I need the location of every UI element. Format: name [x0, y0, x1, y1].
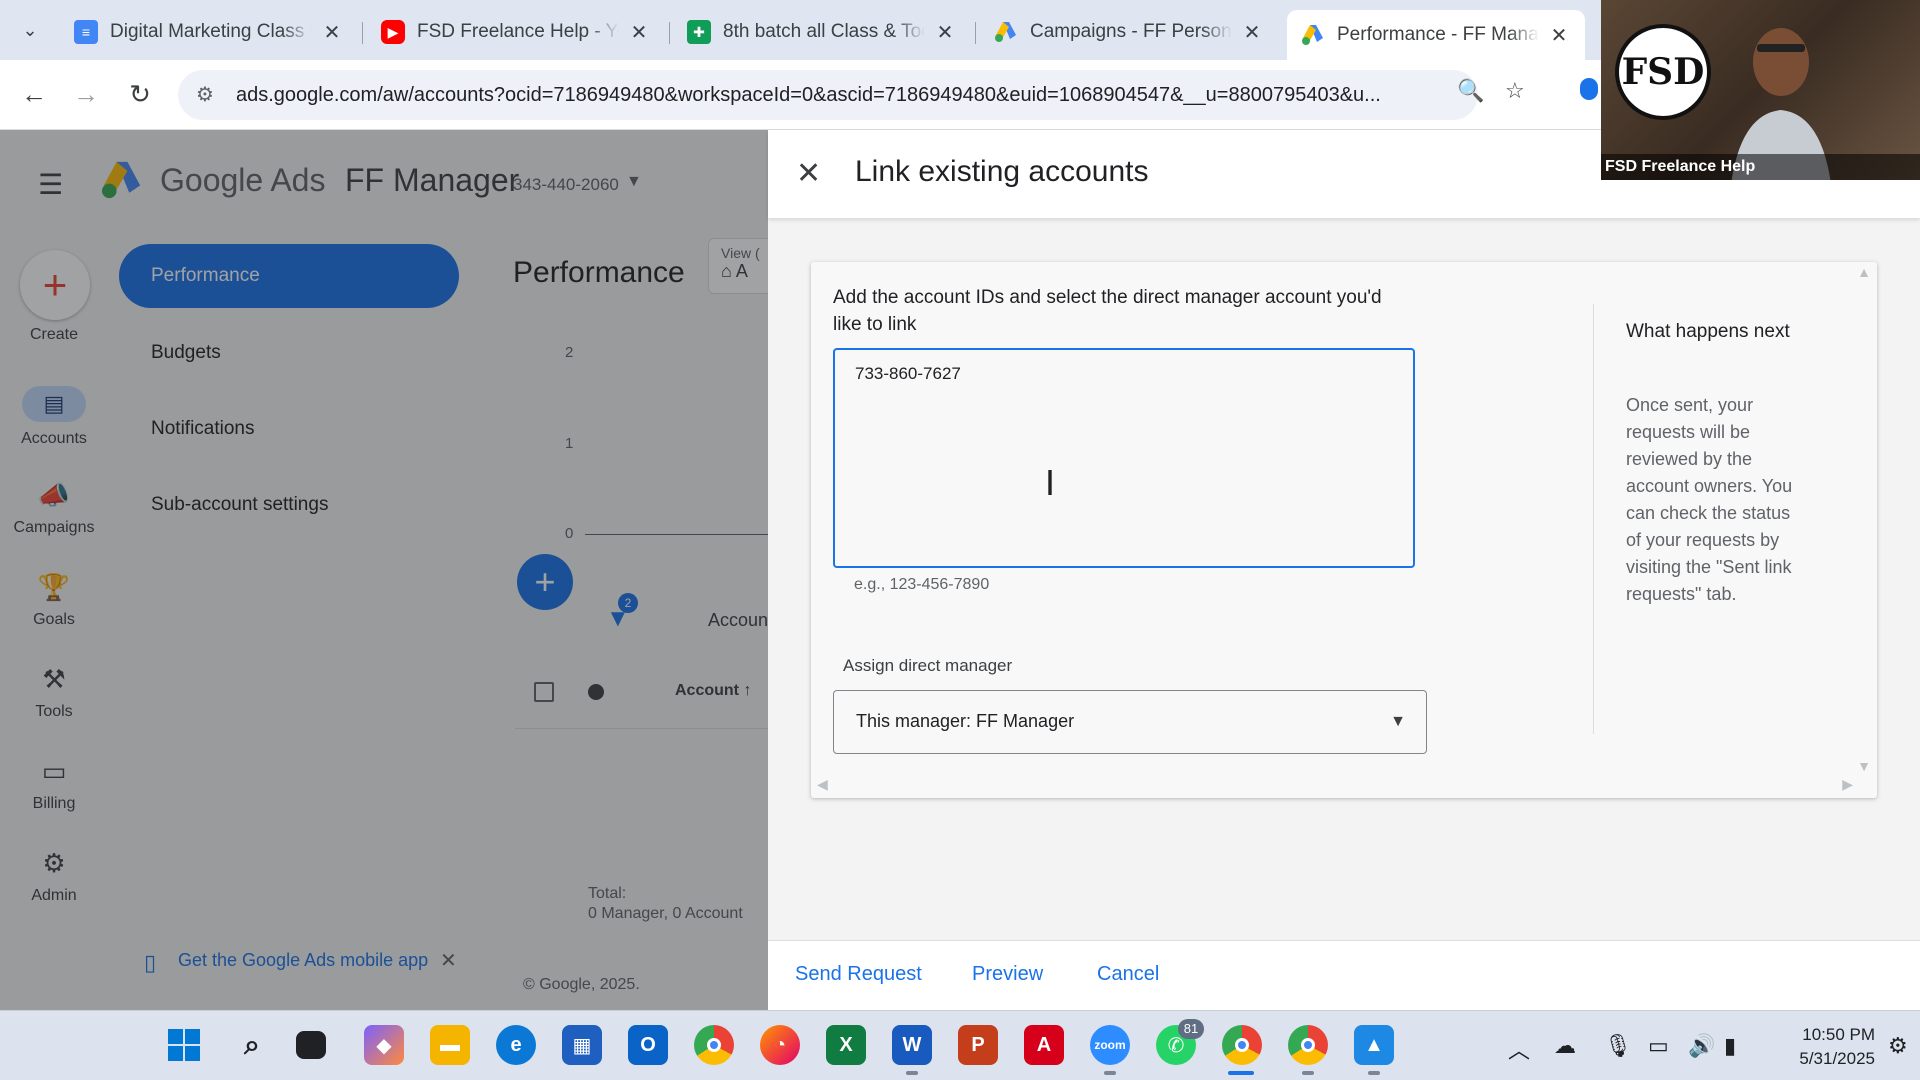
store-icon[interactable]: ▦ — [562, 1025, 602, 1065]
cancel-button[interactable]: Cancel — [1097, 963, 1159, 986]
account-ids-input[interactable]: 733-860-7627 I — [833, 348, 1415, 568]
send-request-button[interactable]: Send Request — [795, 963, 922, 986]
text-cursor-icon: I — [1045, 462, 1056, 503]
account-ids-hint: e.g., 123-456-7890 — [854, 576, 990, 593]
browser-tab[interactable]: ✚ 8th batch all Class & Too ✕ — [673, 10, 971, 54]
forward-icon[interactable]: → — [66, 74, 106, 114]
acrobat-icon[interactable]: A — [1024, 1025, 1064, 1065]
scroll-down-icon[interactable]: ▼ — [1857, 758, 1871, 774]
address-bar[interactable]: ⚙ ads.google.com/aw/accounts?ocid=718694… — [178, 70, 1478, 120]
preview-button[interactable]: Preview — [972, 963, 1043, 986]
instructions: Add the account IDs and select the direc… — [833, 287, 1382, 335]
tab-search-dropdown-icon[interactable]: ⌄ — [12, 12, 48, 48]
app-running-indicator — [1368, 1071, 1380, 1075]
tab-title: Performance - FF Manag — [1337, 24, 1539, 45]
manager-selected-value: This manager: FF Manager — [856, 711, 1075, 731]
edge-icon[interactable]: e — [496, 1025, 536, 1065]
what-happens-next-body: Once sent, your requests will be reviewe… — [1626, 395, 1793, 604]
app-active-indicator — [1228, 1071, 1254, 1075]
clock-date: 5/31/2025 — [1799, 1049, 1875, 1068]
browser-tab-active[interactable]: Performance - FF Manag ✕ — [1287, 10, 1585, 60]
app-running-indicator — [906, 1071, 918, 1075]
tab-title: Campaigns - FF Personal — [1030, 21, 1232, 42]
panel-title: Link existing accounts — [855, 155, 1149, 188]
youtube-icon: ▶ — [381, 20, 405, 44]
browser-tab[interactable]: ▶ FSD Freelance Help - You ✕ — [367, 10, 665, 54]
webcam-caption: FSD Freelance Help — [1601, 154, 1920, 180]
back-icon[interactable]: ← — [14, 74, 54, 114]
google-ads-icon — [1301, 23, 1325, 47]
docs-icon: ≡ — [74, 20, 98, 44]
tab-title: Digital Marketing Class N — [110, 21, 312, 42]
show-hidden-icons[interactable]: ︿ — [1508, 1033, 1530, 1065]
copilot-icon[interactable]: ◆ — [364, 1025, 404, 1065]
account-ids-value: 733-860-7627 — [855, 364, 961, 383]
link-accounts-card: Add the account IDs and select the direc… — [811, 262, 1877, 798]
tab-divider — [975, 22, 976, 44]
fsd-logo: FSD — [1615, 24, 1711, 120]
card-divider — [1593, 304, 1594, 734]
modal-scrim[interactable] — [0, 130, 768, 1010]
webcam-overlay: FSD FSD Freelance Help — [1601, 0, 1920, 180]
site-settings-icon[interactable]: ⚙ — [196, 82, 214, 107]
tab-divider — [362, 22, 363, 44]
assign-manager-label: Assign direct manager — [843, 656, 1013, 675]
close-icon[interactable]: ✕ — [796, 156, 821, 191]
network-icon[interactable]: ▭ — [1648, 1033, 1669, 1059]
tab-divider — [669, 22, 670, 44]
notifications-icon[interactable]: ⚙ — [1888, 1033, 1908, 1059]
reload-icon[interactable]: ↻ — [120, 74, 160, 114]
tab-title: 8th batch all Class & Too — [723, 21, 925, 42]
manager-select[interactable]: This manager: FF Manager ▼ — [833, 690, 1427, 754]
windows-taskbar: ⌕ ◆ ▬ e ▦ O ◔ X W P A zoom ✆ 81 ▲ ︿ ☁ 🎙 … — [0, 1010, 1920, 1080]
panel-footer: Send Request Preview Cancel — [768, 940, 1920, 1010]
tab-title: FSD Freelance Help - You — [417, 21, 619, 42]
task-view-icon[interactable] — [296, 1031, 326, 1059]
browser-tab[interactable]: Campaigns - FF Personal ✕ — [980, 10, 1278, 54]
app-running-indicator — [1104, 1071, 1116, 1075]
what-happens-next-title: What happens next — [1626, 321, 1790, 342]
google-ads-icon — [994, 20, 1018, 44]
windows-start-icon[interactable] — [164, 1025, 204, 1065]
sheets-icon: ✚ — [687, 20, 711, 44]
photos-icon[interactable]: ▲ — [1354, 1025, 1394, 1065]
extension-icon[interactable] — [1580, 78, 1598, 100]
chrome-profile-icon[interactable] — [1288, 1025, 1328, 1065]
firefox-icon[interactable]: ◔ — [760, 1025, 800, 1065]
browser-tab[interactable]: ≡ Digital Marketing Class N ✕ — [60, 10, 358, 54]
onedrive-icon[interactable]: ☁ — [1554, 1033, 1576, 1059]
close-tab-icon[interactable]: ✕ — [627, 20, 651, 45]
battery-icon[interactable]: ▮ — [1724, 1033, 1736, 1059]
zoom-icon[interactable]: zoom — [1090, 1025, 1130, 1065]
bookmark-star-icon[interactable]: ☆ — [1505, 78, 1525, 104]
zoom-icon[interactable]: 🔍 — [1457, 78, 1484, 104]
close-tab-icon[interactable]: ✕ — [1240, 20, 1264, 45]
excel-icon[interactable]: X — [826, 1025, 866, 1065]
volume-icon[interactable]: 🔊 — [1688, 1033, 1715, 1059]
outlook-icon[interactable]: O — [628, 1025, 668, 1065]
chrome-profile-icon[interactable] — [1222, 1025, 1262, 1065]
dropdown-arrow-icon: ▼ — [1390, 713, 1406, 730]
chrome-icon[interactable] — [694, 1025, 734, 1065]
microphone-icon[interactable]: 🎙 — [1604, 1033, 1632, 1059]
word-icon[interactable]: W — [892, 1025, 932, 1065]
url-text: ads.google.com/aw/accounts?ocid=71869494… — [236, 83, 1381, 106]
app-running-indicator — [1302, 1071, 1314, 1075]
scroll-left-icon[interactable]: ◀ — [817, 776, 828, 793]
file-explorer-icon[interactable]: ▬ — [430, 1025, 470, 1065]
scroll-up-icon[interactable]: ▲ — [1857, 264, 1871, 280]
whatsapp-unread-badge: 81 — [1178, 1019, 1204, 1039]
close-tab-icon[interactable]: ✕ — [320, 20, 344, 45]
powerpoint-icon[interactable]: P — [958, 1025, 998, 1065]
close-tab-icon[interactable]: ✕ — [933, 20, 957, 45]
close-tab-icon[interactable]: ✕ — [1547, 23, 1571, 48]
search-icon[interactable]: ⌕ — [232, 1025, 272, 1065]
clock-time: 10:50 PM — [1802, 1025, 1875, 1044]
scroll-right-icon[interactable]: ▶ — [1842, 776, 1853, 793]
system-clock[interactable]: 10:50 PM 5/31/2025 — [1765, 1023, 1875, 1071]
link-accounts-panel: ✕ Link existing accounts Add the account… — [768, 130, 1920, 1010]
